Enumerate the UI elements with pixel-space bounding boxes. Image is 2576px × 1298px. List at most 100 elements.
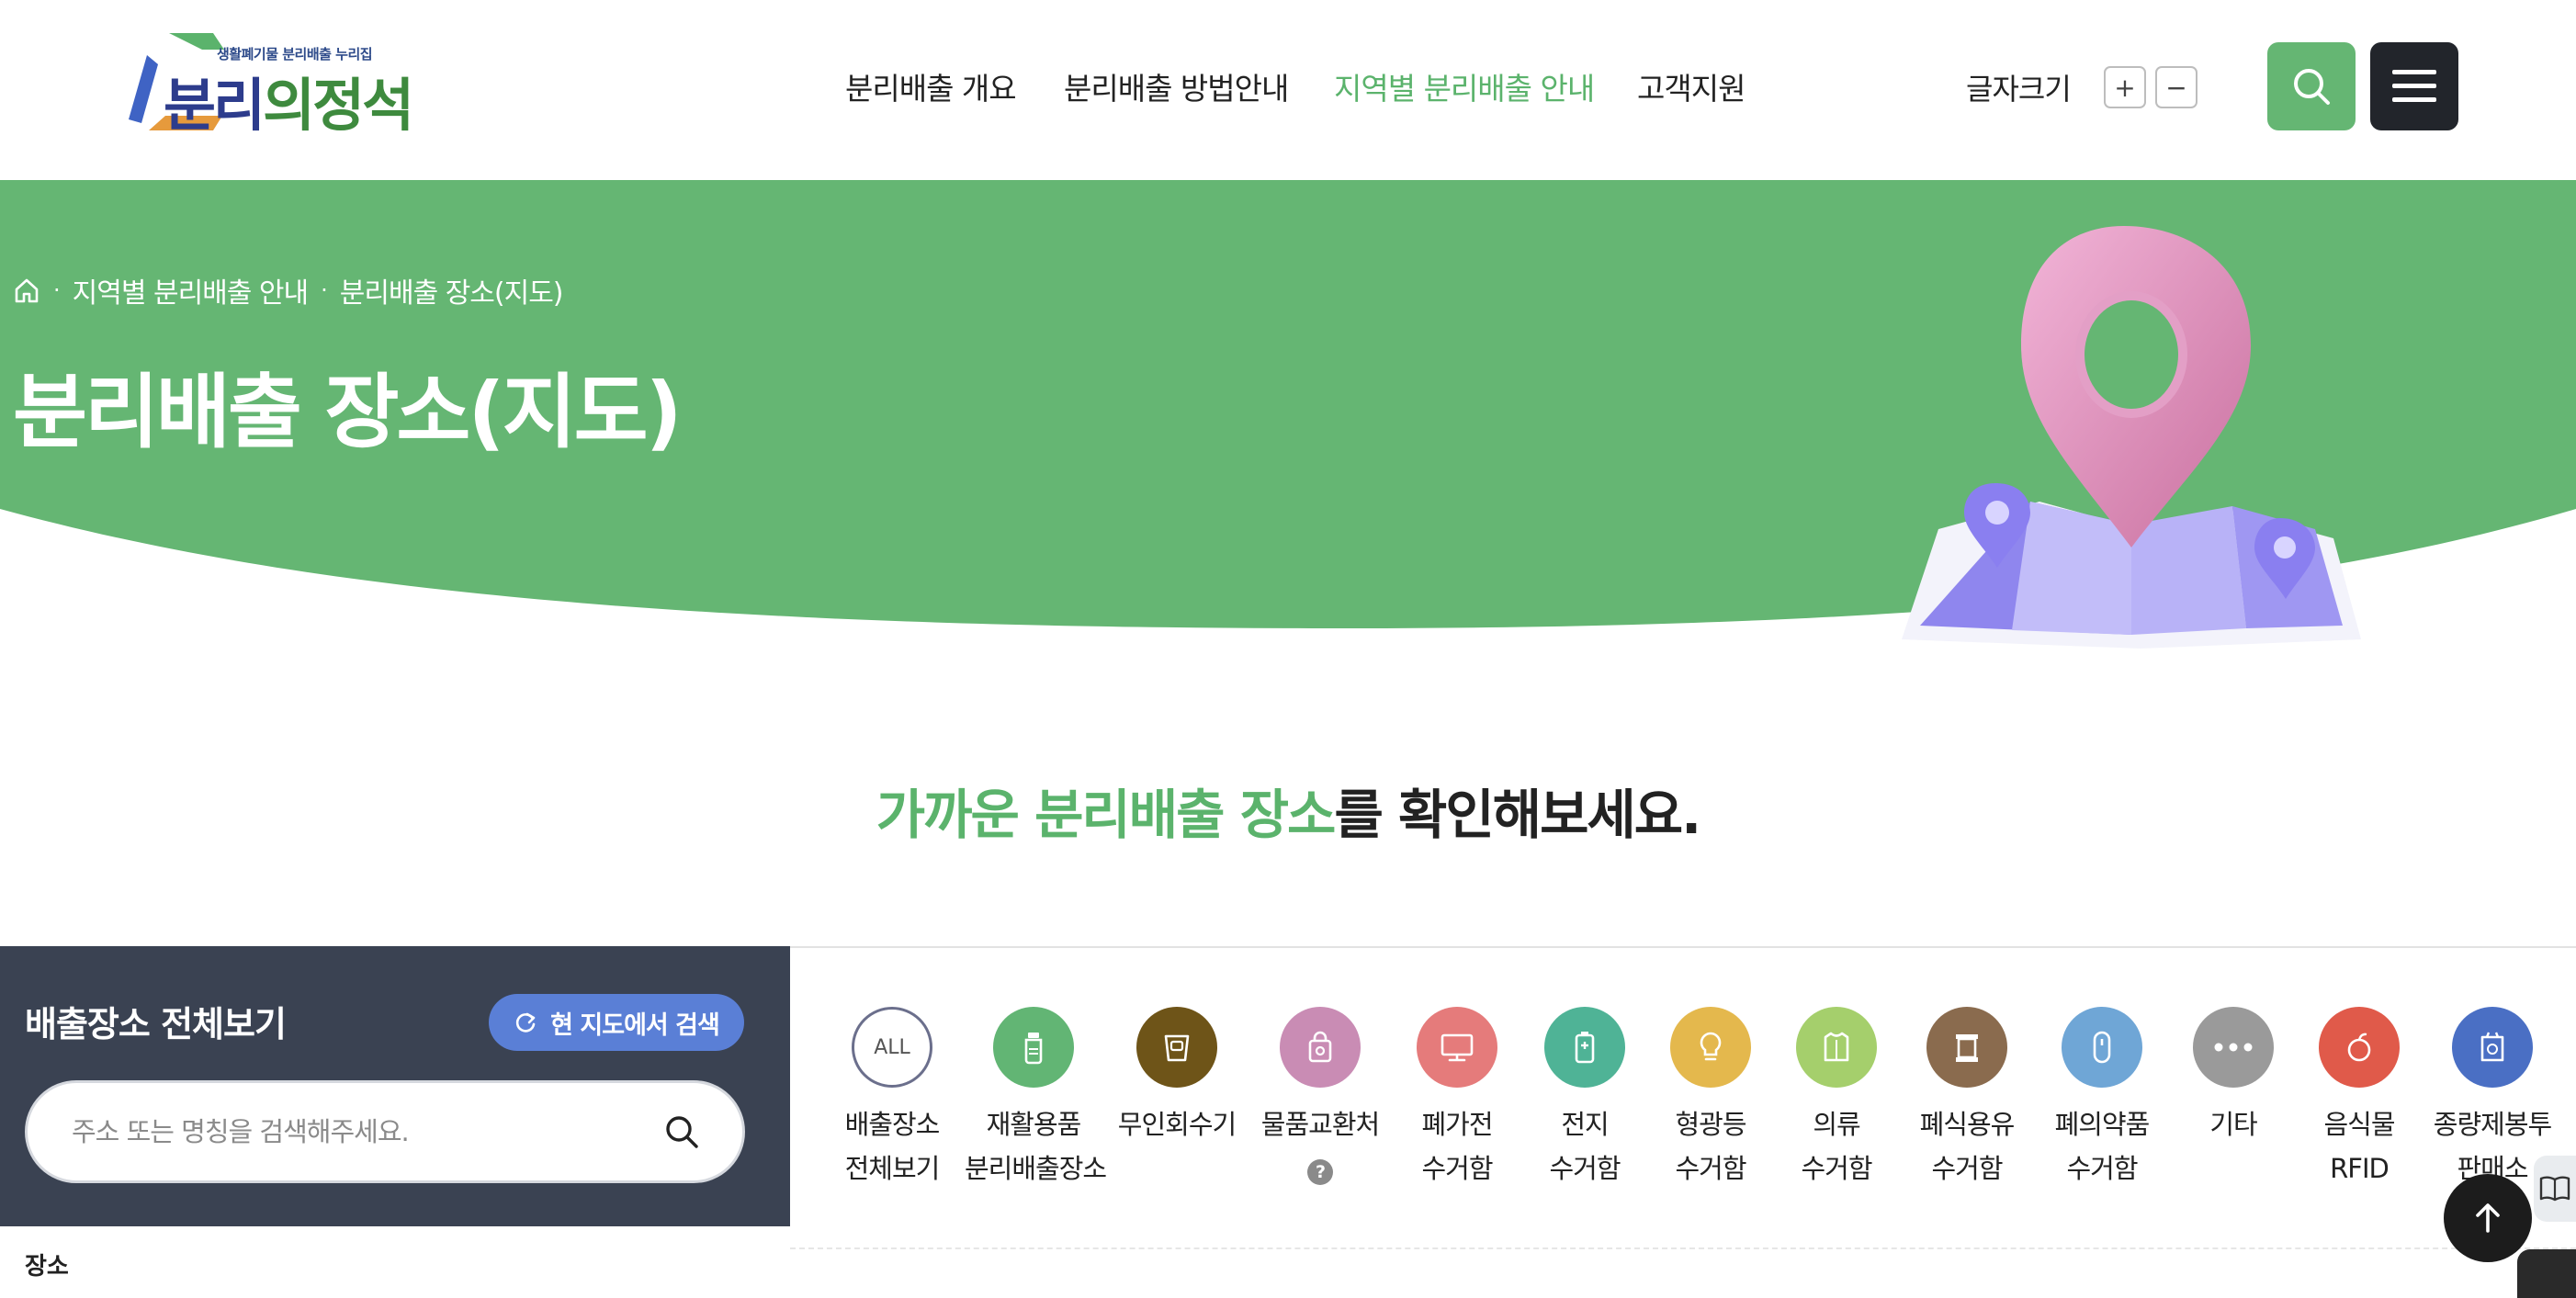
category-label-line2: 분리배출장소 — [965, 1153, 1107, 1184]
book-icon — [2539, 1176, 2570, 1202]
search-icon — [2294, 69, 2330, 105]
monitor-icon — [1417, 1007, 1497, 1088]
category-label-line1: 물품교환처 — [1260, 1109, 1380, 1140]
category-fluorescent[interactable]: 형광등 수거함 — [1642, 1007, 1779, 1191]
category-label-line1: 음식물 — [2323, 1109, 2395, 1140]
food-icon — [2319, 1007, 2400, 1088]
logo-title-part1: 분리 — [164, 72, 266, 139]
category-label-line2: 수거함 — [1675, 1153, 1746, 1184]
logo-title: 분리의정석 — [164, 59, 414, 141]
category-medicine[interactable]: 폐의약품 수거함 — [2033, 1007, 2171, 1191]
breadcrumb-item-current: 분리배출 장소(지도) — [339, 277, 564, 310]
more-icon — [2193, 1007, 2274, 1088]
oil-icon — [1926, 1007, 2007, 1088]
category-label-line1: 기타 — [2209, 1109, 2257, 1140]
category-label: 기타 — [2164, 1102, 2302, 1146]
address-search-box — [25, 1080, 745, 1183]
category-label-line1: 형광등 — [1675, 1109, 1746, 1140]
category-food-rfid[interactable]: 음식물 RFID — [2290, 1007, 2428, 1191]
category-label: 음식물 RFID — [2290, 1102, 2428, 1191]
category-clothes[interactable]: 의류 수거함 — [1768, 1007, 1905, 1191]
category-label: 의류 수거함 — [1768, 1102, 1905, 1191]
bag-icon — [2452, 1007, 2533, 1088]
scroll-top-button[interactable] — [2444, 1174, 2532, 1262]
category-label-line1: 종량제봉투 — [2433, 1109, 2552, 1140]
category-label: 폐의약품 수거함 — [2033, 1102, 2171, 1191]
search-icon[interactable] — [663, 1113, 700, 1150]
category-filter-bar: ALL 배출장소 전체보기 재활용품 분리배출장소 무인회수기 물품교환처 ? — [790, 946, 2576, 1249]
category-battery[interactable]: 전지 수거함 — [1516, 1007, 1654, 1191]
category-label: 전지 수거함 — [1516, 1102, 1654, 1191]
category-label-line1: 폐의약품 — [2054, 1109, 2151, 1140]
category-all[interactable]: ALL 배출장소 전체보기 — [823, 1007, 961, 1191]
font-size-label: 글자크기 — [1966, 72, 2072, 107]
place-list-label: 장소 — [25, 1253, 69, 1281]
category-label: 물품교환처 ? — [1251, 1102, 1389, 1191]
category-recycling-machine[interactable]: 무인회수기 — [1108, 1007, 1246, 1146]
category-etc[interactable]: 기타 — [2164, 1007, 2302, 1146]
nav-separation-method[interactable]: 분리배출 방법안내 — [1064, 64, 1289, 108]
nav-regional-guide[interactable]: 지역별 분리배출 안내 — [1334, 64, 1595, 108]
address-search-input[interactable] — [72, 1083, 641, 1180]
font-decrease-button[interactable]: − — [2155, 66, 2198, 108]
nav-separation-overview[interactable]: 분리배출 개요 — [845, 64, 1017, 108]
category-label: 재활용품 분리배출장소 — [965, 1102, 1107, 1191]
category-label-line2: RFID — [2330, 1153, 2390, 1184]
category-label-line2: 수거함 — [1801, 1153, 1872, 1184]
hamburger-icon — [2392, 70, 2436, 102]
header-search-button[interactable] — [2267, 42, 2356, 130]
search-current-map-label: 현 지도에서 검색 — [550, 1010, 720, 1040]
category-label-line1: 전지 — [1561, 1109, 1609, 1140]
site-header: 생활폐기물 분리배출 누리집 분리의정석 분리배출 개요 분리배출 방법안내 지… — [0, 0, 2576, 180]
breadcrumb-item-regional[interactable]: 지역별 분리배출 안내 — [73, 270, 309, 310]
category-label: 무인회수기 — [1108, 1102, 1246, 1146]
category-divider — [790, 1247, 2576, 1249]
category-label-line1: 의류 — [1813, 1109, 1860, 1140]
category-label: 폐가전 수거함 — [1388, 1102, 1526, 1191]
location-search-panel: 배출장소 전체보기 현 지도에서 검색 — [0, 946, 790, 1226]
help-icon[interactable]: ? — [1307, 1159, 1333, 1185]
site-logo[interactable]: 생활폐기물 분리배출 누리집 분리의정석 — [121, 28, 414, 145]
category-appliances[interactable]: 폐가전 수거함 — [1388, 1007, 1526, 1191]
category-cooking-oil[interactable]: 폐식용유 수거함 — [1898, 1007, 2036, 1191]
category-label-line2: 수거함 — [1931, 1153, 2003, 1184]
intro-heading: 가까운 분리배출 장소를 확인해보세요. — [0, 772, 2576, 849]
home-icon[interactable] — [13, 277, 40, 304]
nav-customer-support[interactable]: 고객지원 — [1637, 64, 1746, 108]
arrow-up-icon — [2476, 1203, 2500, 1233]
category-label-line2: 수거함 — [1549, 1153, 1621, 1184]
category-label-line2: 수거함 — [1421, 1153, 1493, 1184]
intro-rest: 를 확인해보세요. — [1334, 784, 1701, 846]
logo-title-part2: 의정석 — [263, 72, 414, 139]
category-label-line1: 무인회수기 — [1117, 1109, 1237, 1140]
category-label-line2: 수거함 — [2066, 1153, 2138, 1184]
all-icon: ALL — [852, 1007, 932, 1088]
search-current-map-button[interactable]: 현 지도에서 검색 — [489, 994, 744, 1051]
category-exchange[interactable]: 물품교환처 ? — [1251, 1007, 1389, 1191]
category-label-line2: 전체보기 — [844, 1153, 941, 1184]
recycling-machine-icon — [1136, 1007, 1217, 1088]
category-label-line1: 배출장소 — [844, 1109, 941, 1140]
pill-icon — [2062, 1007, 2142, 1088]
bulb-icon — [1670, 1007, 1751, 1088]
map-pin-illustration — [1902, 226, 2361, 649]
category-label-line1: 재활용품 — [986, 1109, 1082, 1140]
category-label: 형광등 수거함 — [1642, 1102, 1779, 1191]
breadcrumb-separator: · — [321, 277, 328, 303]
category-recyclables[interactable]: 재활용품 분리배출장소 — [965, 1007, 1107, 1191]
breadcrumb: · 지역별 분리배출 안내 · 분리배출 장소(지도) — [13, 270, 564, 310]
side-quick-menu-2[interactable] — [2517, 1249, 2576, 1298]
category-label-line1: 폐가전 — [1421, 1109, 1493, 1140]
category-label: 배출장소 전체보기 — [823, 1102, 961, 1191]
side-quick-menu[interactable] — [2534, 1156, 2576, 1222]
bottle-icon — [993, 1007, 1074, 1088]
menu-button[interactable] — [2370, 42, 2458, 130]
font-increase-button[interactable]: + — [2104, 66, 2146, 108]
exchange-bag-icon — [1280, 1007, 1361, 1088]
breadcrumb-separator: · — [53, 277, 61, 303]
intro-highlight: 가까운 분리배출 장소 — [876, 784, 1337, 846]
battery-icon — [1544, 1007, 1625, 1088]
page-title: 분리배출 장소(지도) — [13, 365, 683, 459]
category-label: 폐식용유 수거함 — [1898, 1102, 2036, 1191]
hero-banner: · 지역별 분리배출 안내 · 분리배출 장소(지도) 분리배출 장소(지도) — [0, 180, 2576, 658]
